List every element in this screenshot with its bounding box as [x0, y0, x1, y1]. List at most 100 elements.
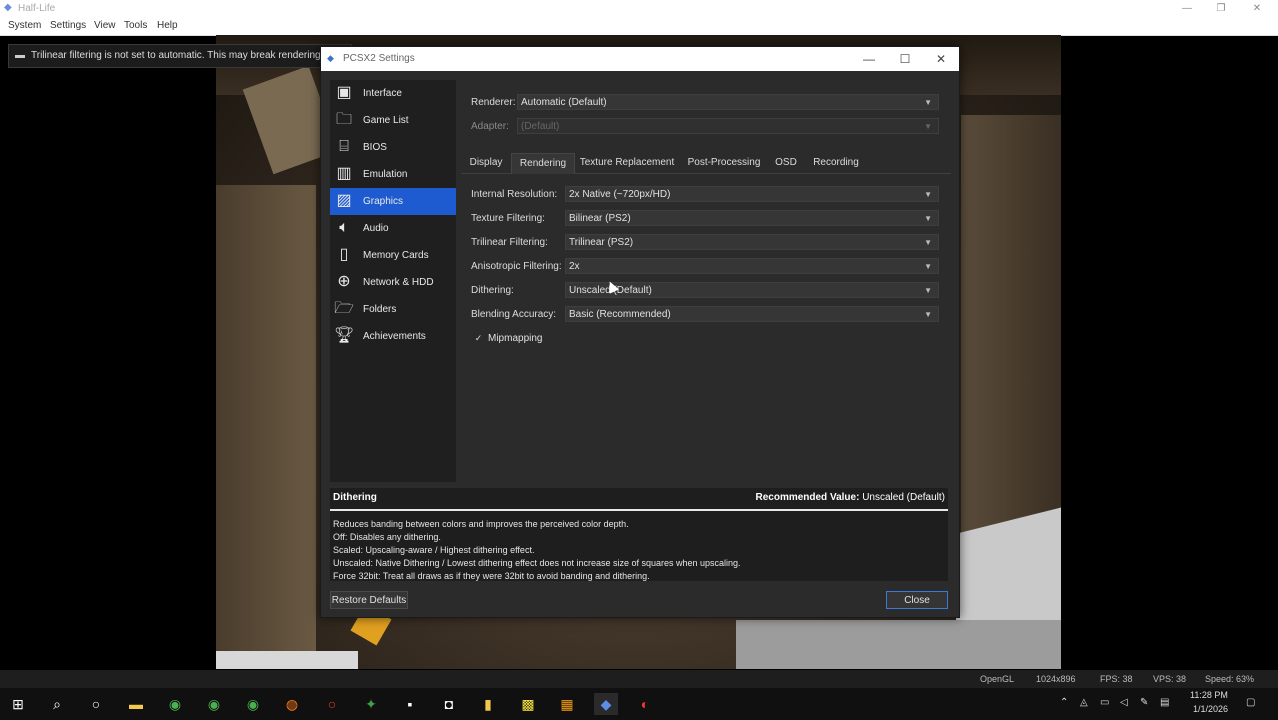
- pen-icon[interactable]: ✎: [1140, 697, 1148, 708]
- chevron-down-icon: ▼: [924, 238, 932, 247]
- status-resolution: 1024x896: [1036, 674, 1076, 684]
- app-icon[interactable]: ◐: [633, 693, 657, 715]
- anisotropic-filtering-select[interactable]: 2x ▼: [565, 258, 939, 274]
- volume-icon[interactable]: ◁: [1120, 697, 1128, 708]
- sidebar-item-network-hdd[interactable]: ⊕ Network & HDD: [330, 269, 456, 296]
- sidebar-item-folders[interactable]: 🗁 Folders: [330, 296, 456, 323]
- anisotropic-filtering-label: Anisotropic Filtering:: [471, 261, 562, 272]
- folder-settings-icon: 🗁: [334, 300, 354, 317]
- app-icon[interactable]: ▦: [555, 693, 579, 715]
- chevron-down-icon: ▼: [924, 214, 932, 223]
- close-icon[interactable]: ✕: [1240, 0, 1274, 18]
- menu-settings[interactable]: Settings: [50, 20, 86, 31]
- menu-help[interactable]: Help: [157, 20, 178, 31]
- texture-filtering-value: Bilinear (PS2): [569, 213, 631, 224]
- clock-date[interactable]: 1/1/2026: [1193, 704, 1228, 714]
- folder-icon: 🗀: [335, 111, 352, 128]
- clock-time[interactable]: 11:28 PM: [1190, 690, 1228, 700]
- sidebar-item-achievements[interactable]: 🏆︎ Achievements: [330, 323, 456, 350]
- dialog-title-bar: ◆ PCSX2 Settings — ☐ ✕: [321, 47, 959, 71]
- mipmapping-checkbox[interactable]: ✓ Mipmapping: [473, 333, 543, 344]
- menu-bar: System Settings View Tools Help: [0, 18, 1278, 36]
- image-icon: ▨: [336, 192, 352, 209]
- close-icon[interactable]: ✕: [923, 47, 959, 71]
- chevron-down-icon: ▼: [924, 190, 932, 199]
- recommended-value: Recommended Value: Unscaled (Default): [755, 492, 945, 503]
- chevron-up-icon[interactable]: ⌃: [1060, 697, 1068, 708]
- blending-accuracy-value: Basic (Recommended): [569, 309, 671, 320]
- sticky-notes-icon[interactable]: ▩: [516, 693, 540, 715]
- chrome-icon[interactable]: ◉: [241, 693, 265, 715]
- menu-tools[interactable]: Tools: [124, 20, 147, 31]
- dialog-title: PCSX2 Settings: [343, 53, 415, 64]
- chevron-down-icon: ▼: [924, 122, 932, 131]
- notifications-icon[interactable]: ▢: [1246, 697, 1255, 708]
- internal-resolution-value: 2x Native (~720px/HD): [569, 189, 671, 200]
- trilinear-filtering-value: Trilinear (PS2): [569, 237, 634, 248]
- battery-icon[interactable]: ▭: [1100, 697, 1109, 708]
- keyboard-icon[interactable]: ▤: [1160, 697, 1169, 708]
- app-icon[interactable]: ✦: [359, 693, 383, 715]
- sidebar-item-label: Graphics: [363, 196, 404, 207]
- opera-icon[interactable]: ○: [320, 693, 344, 715]
- app-icon[interactable]: ▮: [476, 693, 500, 715]
- recommended-value-text: Unscaled (Default): [862, 492, 945, 503]
- trilinear-filtering-select[interactable]: Trilinear (PS2) ▼: [565, 234, 939, 250]
- description-line: Reduces banding between colors and impro…: [333, 519, 629, 529]
- windows-start-icon[interactable]: ⊞: [6, 693, 30, 715]
- tab-post-processing[interactable]: Post-Processing: [683, 153, 765, 173]
- sidebar-item-interface[interactable]: ▣ Interface: [330, 80, 456, 107]
- tab-display[interactable]: Display: [464, 153, 508, 173]
- description-heading: Dithering: [333, 492, 377, 503]
- chrome-icon[interactable]: ◉: [163, 693, 187, 715]
- restore-defaults-button[interactable]: Restore Defaults: [330, 591, 408, 609]
- tab-osd[interactable]: OSD: [769, 153, 803, 173]
- maximize-icon[interactable]: ❐: [1204, 0, 1238, 18]
- anisotropic-filtering-value: 2x: [569, 261, 580, 272]
- sidebar-item-game-list[interactable]: 🗀 Game List: [330, 107, 456, 134]
- menu-system[interactable]: System: [8, 20, 41, 31]
- sidebar-item-graphics[interactable]: ▨ Graphics: [330, 188, 456, 215]
- renderer-select[interactable]: Automatic (Default) ▼: [517, 94, 939, 110]
- tv-app-icon[interactable]: ▪: [398, 693, 422, 715]
- globe-icon: ⊕: [337, 273, 351, 290]
- tab-rendering[interactable]: Rendering: [511, 153, 575, 174]
- taskbar: ⊞ ⌕ ○ ▬ ◉ ◉ ◉ ◍ ○ ✦ ▪ ◘ ▮ ▩ ▦ ◆ ◐ ⌃ ◬ ▭ …: [0, 688, 1278, 720]
- pcsx2-icon[interactable]: ◆: [594, 693, 618, 715]
- sidebar-item-label: Achievements: [363, 331, 426, 342]
- firefox-icon[interactable]: ◍: [280, 693, 304, 715]
- minimize-icon[interactable]: —: [1170, 0, 1204, 18]
- network-icon[interactable]: ◬: [1080, 697, 1088, 708]
- dithering-select[interactable]: Unscaled (Default) ▼: [565, 282, 939, 298]
- blending-accuracy-select[interactable]: Basic (Recommended) ▼: [565, 306, 939, 322]
- emulation-icon: ▥: [336, 165, 352, 182]
- memory-card-icon: ▯: [339, 246, 349, 263]
- notification-text: Trilinear filtering is not set to automa…: [31, 50, 321, 61]
- interface-icon: ▣: [336, 84, 352, 101]
- search-icon[interactable]: ⌕: [45, 693, 69, 715]
- task-view-icon[interactable]: ○: [84, 693, 108, 715]
- controller-icon[interactable]: ◘: [437, 693, 461, 715]
- menu-view[interactable]: View: [94, 20, 116, 31]
- close-button[interactable]: Close: [886, 591, 948, 609]
- description-line: Off: Disables any dithering.: [333, 532, 441, 542]
- status-api: OpenGL: [980, 674, 1015, 684]
- internal-resolution-select[interactable]: 2x Native (~720px/HD) ▼: [565, 186, 939, 202]
- chrome-icon[interactable]: ◉: [202, 693, 226, 715]
- maximize-icon[interactable]: ☐: [887, 47, 923, 71]
- sidebar-item-audio[interactable]: 🔈︎ Audio: [330, 215, 456, 242]
- sidebar-item-label: Audio: [363, 223, 389, 234]
- chevron-down-icon: ▼: [924, 310, 932, 319]
- tab-recording[interactable]: Recording: [807, 153, 865, 173]
- sidebar-item-memory-cards[interactable]: ▯ Memory Cards: [330, 242, 456, 269]
- settings-dialog: ◆ PCSX2 Settings — ☐ ✕ ▣ Interface 🗀 Game …: [320, 46, 960, 618]
- tab-texture-replacement[interactable]: Texture Replacement: [577, 153, 677, 173]
- texture-filtering-select[interactable]: Bilinear (PS2) ▼: [565, 210, 939, 226]
- sidebar-item-emulation[interactable]: ▥ Emulation: [330, 161, 456, 188]
- sidebar-item-bios[interactable]: ⌸ BIOS: [330, 134, 456, 161]
- warning-notification: ▬ Trilinear filtering is not set to auto…: [8, 44, 352, 68]
- file-explorer-icon[interactable]: ▬: [124, 693, 148, 715]
- texture-filtering-label: Texture Filtering:: [471, 213, 545, 224]
- minimize-icon[interactable]: —: [851, 47, 887, 71]
- divider: [330, 509, 948, 511]
